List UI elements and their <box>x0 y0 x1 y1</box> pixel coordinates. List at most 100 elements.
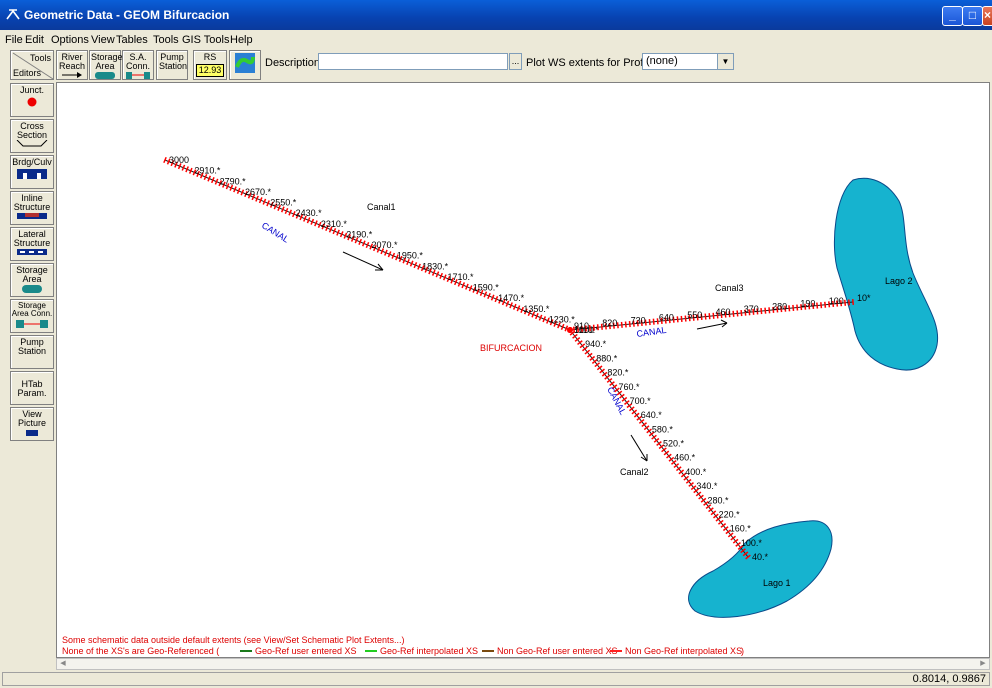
xs-tick-canal1[interactable] <box>358 238 362 245</box>
xs-tick-canal1[interactable] <box>461 282 466 289</box>
minimize-button[interactable]: _ <box>942 6 963 26</box>
xs-tick-canal1[interactable] <box>409 260 414 267</box>
profile-select[interactable]: (none) ▼ <box>642 53 734 70</box>
xs-tick-canal2[interactable] <box>735 541 741 547</box>
xs-tick-canal2[interactable] <box>710 510 717 516</box>
close-button[interactable]: × <box>982 6 992 26</box>
xs-tick-canal2[interactable] <box>673 463 680 469</box>
xs-tick-canal1[interactable] <box>542 316 547 323</box>
scroll-left-arrow[interactable]: ◀ <box>57 659 69 669</box>
xs-tick-canal1[interactable] <box>391 252 396 259</box>
xs-tick-canal1[interactable] <box>417 263 421 270</box>
xs-tick-canal3[interactable] <box>732 310 735 317</box>
xs-tick-canal3[interactable] <box>788 305 791 312</box>
xs-tick-canal1[interactable] <box>336 229 340 236</box>
storage-area-editor-button[interactable]: Storage Area <box>10 263 54 297</box>
xs-tick-canal1[interactable] <box>306 217 311 224</box>
xs-tick-canal1[interactable] <box>288 209 293 216</box>
xs-tick-canal2[interactable] <box>675 466 682 472</box>
xs-tick-canal2[interactable] <box>601 371 608 377</box>
xs-tick-canal1[interactable] <box>538 314 543 321</box>
xs-tick-canal2[interactable] <box>641 422 647 428</box>
xs-tick-canal3[interactable] <box>736 310 739 317</box>
xs-tick-canal2[interactable] <box>688 482 694 487</box>
xs-tick-canal2[interactable] <box>666 453 672 459</box>
schematic-canvas[interactable]: Lago 2 Lago 1 3000 2910.* 2790.* 2670.* 2550… <box>56 82 990 658</box>
xs-tick-canal1[interactable] <box>361 240 366 247</box>
xs-tick-canal2[interactable] <box>596 365 603 371</box>
xs-tick-canal2[interactable] <box>624 400 630 405</box>
xs-tick-canal2[interactable] <box>656 441 662 446</box>
xs-tick-canal3[interactable] <box>824 301 827 308</box>
xs-tick-canal1[interactable] <box>163 156 167 164</box>
junction-node[interactable] <box>567 327 573 333</box>
xs-tick-canal2[interactable] <box>663 450 670 456</box>
xs-tick-canal2[interactable] <box>722 526 729 532</box>
xs-tick-canal1[interactable] <box>236 187 241 194</box>
xs-tick-canal1[interactable] <box>413 262 418 269</box>
lateral-structure-button[interactable]: Lateral Structure <box>10 227 54 261</box>
xs-tick-canal2[interactable] <box>690 485 697 491</box>
menu-edit[interactable]: Edit <box>25 34 44 46</box>
xs-tick-canal2[interactable] <box>661 447 667 453</box>
xs-tick-canal3[interactable] <box>764 307 767 314</box>
xs-tick-canal1[interactable] <box>512 303 517 310</box>
xs-tick-canal3[interactable] <box>652 318 655 325</box>
maximize-button[interactable]: □ <box>962 6 983 26</box>
xs-tick-canal3[interactable] <box>847 299 851 306</box>
xs-tick-canal1[interactable] <box>240 189 245 196</box>
xs-tick-canal2[interactable] <box>584 349 591 355</box>
xs-tick-canal3[interactable] <box>648 319 651 326</box>
xs-tick-canal1[interactable] <box>442 274 447 281</box>
xs-tick-canal1[interactable] <box>233 186 237 193</box>
xs-tick-canal1[interactable] <box>465 283 469 290</box>
xs-tick-canal2[interactable] <box>730 535 736 541</box>
xs-tick-canal1[interactable] <box>560 323 565 330</box>
xs-tick-canal3[interactable] <box>740 309 743 317</box>
xs-tick-canal3[interactable] <box>760 308 763 315</box>
scroll-right-arrow[interactable]: ▶ <box>977 659 989 669</box>
xs-tick-canal3[interactable] <box>851 298 855 306</box>
xs-tick-canal2[interactable] <box>572 333 578 339</box>
description-ellipsis-button[interactable]: ... <box>509 53 522 70</box>
xs-tick-canal2[interactable] <box>574 337 581 342</box>
xs-tick-canal2[interactable] <box>643 425 650 431</box>
xs-tick-canal3[interactable] <box>816 302 819 309</box>
xs-tick-canal3[interactable] <box>792 304 795 311</box>
lake-2[interactable] <box>833 177 939 371</box>
xs-tick-canal2[interactable] <box>727 532 734 538</box>
schematic-plot[interactable]: Lago 2 Lago 1 3000 2910.*2790.*2670.*2550… <box>57 83 989 657</box>
xs-tick-canal2[interactable] <box>638 418 645 424</box>
xs-tick-canal1[interactable] <box>483 291 488 298</box>
xs-tick-canal1[interactable] <box>185 166 189 173</box>
xs-tick-canal2[interactable] <box>717 519 724 525</box>
xs-tick-canal2[interactable] <box>594 362 601 368</box>
xs-tick-canal1[interactable] <box>535 313 539 320</box>
tools-editors-button[interactable]: Tools Editors <box>10 50 54 80</box>
xs-tick-canal2[interactable] <box>713 513 719 519</box>
xs-tick-canal3[interactable] <box>712 312 715 319</box>
xs-tick-canal1[interactable] <box>339 231 344 238</box>
xs-tick-canal3[interactable] <box>843 299 847 306</box>
xs-tick-canal1[interactable] <box>181 164 186 171</box>
xs-tick-canal3[interactable] <box>616 322 619 329</box>
xs-tick-canal1[interactable] <box>490 294 495 301</box>
xs-tick-canal2[interactable] <box>720 523 727 528</box>
xs-tick-canal3[interactable] <box>680 315 683 323</box>
xs-tick-canal2[interactable] <box>628 406 635 412</box>
xs-tick-canal2[interactable] <box>606 378 613 383</box>
xs-tick-canal2[interactable] <box>651 434 657 440</box>
xs-tick-canal1[interactable] <box>509 302 513 309</box>
menu-file[interactable]: File <box>5 34 23 46</box>
xs-tick-canal1[interactable] <box>332 228 337 235</box>
xs-tick-canal3[interactable] <box>796 304 799 311</box>
xs-tick-canal2[interactable] <box>685 478 692 484</box>
xs-tick-canal3[interactable] <box>592 324 595 331</box>
xs-tick-canal1[interactable] <box>439 272 443 279</box>
xs-tick-canal2[interactable] <box>683 475 690 481</box>
xs-tick-canal2[interactable] <box>698 494 704 500</box>
xs-tick-canal3[interactable] <box>768 307 771 314</box>
xs-tick-canal2[interactable] <box>646 428 652 434</box>
xs-tick-canal1[interactable] <box>468 285 473 292</box>
xs-tick-canal2[interactable] <box>732 538 739 544</box>
